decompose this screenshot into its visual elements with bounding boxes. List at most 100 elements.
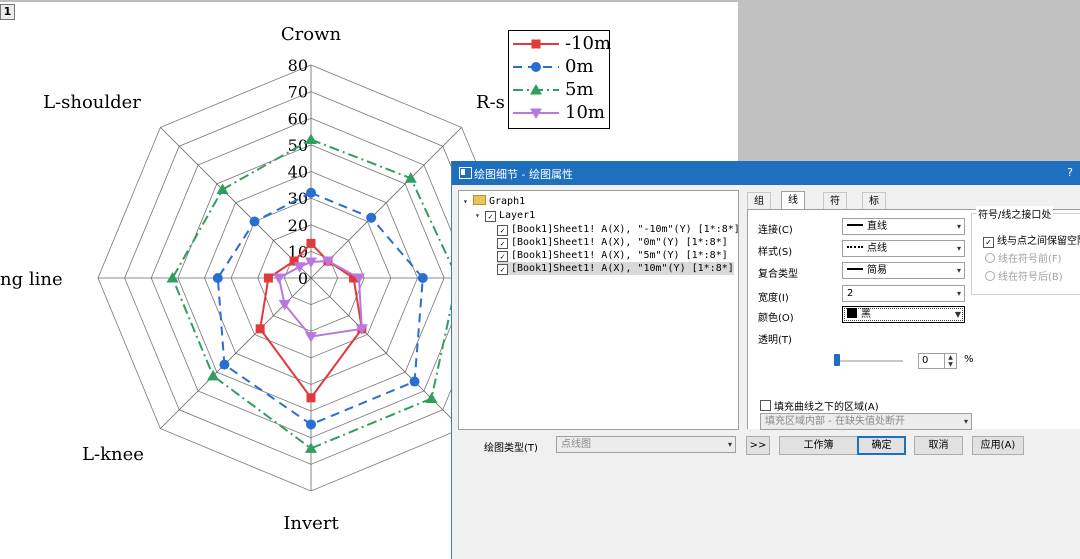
legend-swatch [513,62,559,72]
chevron-down-icon: ▾ [956,222,961,231]
plot-type-label: 绘图类型(T) [484,443,538,454]
transparency-slider-thumb[interactable] [834,354,840,366]
plot-details-dialog: 绘图细节 - 绘图属性 ? ▾ Graph1 ▾ ✓ Layer1 ✓ [Book1]S… [451,161,1080,559]
width-select[interactable]: 2 ▾ [842,285,965,302]
symbol-line-interface-group: ✓ 线与点之间保留空隙 线在符号前(F) 线在符号后(B) [971,213,1080,295]
fill-mode-value: 填充区域内部 - 在缺失值处断开 [765,416,905,427]
color-select[interactable]: 黑 ▼ [842,306,965,323]
chevron-down-icon: ▾ [727,440,732,449]
checkbox-box[interactable] [760,400,771,411]
legend-entry[interactable]: 10m [509,102,609,124]
tab-label[interactable]: 标签 [862,192,886,224]
axis-label: L-knee [82,444,144,465]
axis-label: R-s [476,92,505,113]
line-after-symbol-radio[interactable]: 线在符号后(B) [985,268,1063,283]
data-point-5m [166,272,179,283]
chevron-down-icon: ▾ [956,266,961,275]
chart-legend[interactable]: -10m 0m 5m 10m [508,30,612,129]
ok-button[interactable]: 确定 [857,436,906,455]
spin-down-icon[interactable]: ▼ [944,361,956,368]
tree-plot-label: [Book1]Sheet1! A(X), "-10m"(Y) [1*:8*] [511,224,740,235]
folder-icon [473,195,486,205]
help-button[interactable]: ? [1067,166,1073,179]
tree-plot-item[interactable]: ✓ [Book1]Sheet1! A(X), "0m"(Y) [1*:8*] [497,236,728,249]
compound-type-select[interactable]: 简易 ▾ [842,262,965,279]
chevron-down-icon: ▾ [956,289,961,298]
plot-checkbox[interactable]: ✓ [497,264,508,275]
legend-entry[interactable]: 0m [509,56,609,78]
data-point-0m [306,187,316,198]
series-line-10m [277,260,363,338]
legend-label: 0m [565,56,594,77]
tab-symbol[interactable]: 符号 [823,192,847,224]
legend-entry[interactable]: 5m [509,79,609,101]
page-tab[interactable]: 1 [0,4,15,20]
data-point-0m [212,273,223,283]
axis-spoke [310,127,462,279]
data-point-0m [219,359,230,370]
tree-plot-item-selected[interactable]: ✓ [Book1]Sheet1! A(X), "10m"(Y) [1*:8*] [497,262,734,275]
plot-type-value: 点线图 [561,439,591,450]
radial-tick-label: 60 [288,109,308,128]
plot-type-select[interactable]: 点线图 ▾ [556,436,736,453]
dotted-line-icon [847,246,863,248]
tree-graph-label: Graph1 [489,196,526,207]
radial-tick-label: 20 [288,216,308,235]
tree-plot-item[interactable]: ✓ [Book1]Sheet1! A(X), "-10m"(Y) [1*:8*] [497,223,740,236]
tab-group[interactable]: 组 [747,192,771,210]
radio-icon[interactable] [985,271,995,281]
chevron-down-icon: ▼ [954,310,961,319]
data-point-10m [273,273,286,284]
plot-checkbox[interactable]: ✓ [497,238,508,249]
tree-plot-item[interactable]: ✓ [Book1]Sheet1! A(X), "5m"(Y) [1*:8*] [497,249,728,262]
fill-under-curve-label: 填充曲线之下的区域(A) [774,402,879,413]
legend-label: 5m [565,79,594,100]
apply-button[interactable]: 应用(A) [972,436,1024,455]
plot-tree[interactable]: ▾ Graph1 ▾ ✓ Layer1 ✓ [Book1]Sheet1! A(X), "… [458,190,740,430]
tab-line[interactable]: 线条 [781,191,805,223]
solid-line-icon [847,224,863,226]
collapse-icon[interactable]: ▾ [475,209,483,222]
legend-label: -10m [565,33,612,54]
transparency-slider-track[interactable] [838,360,903,362]
fill-mode-select[interactable]: 填充区域内部 - 在缺失值处断开 ▾ [760,413,972,430]
style-value: 点线 [867,243,887,254]
tree-node-layer[interactable]: ▾ ✓ Layer1 [475,209,535,222]
axis-label: Invert [283,513,339,534]
dialog-titlebar[interactable]: 绘图细节 - 绘图属性 ? [452,161,1080,185]
legend-swatch [513,108,559,119]
radial-tick-label: 70 [288,83,308,102]
workbook-button[interactable]: 工作簿 [779,436,858,455]
keep-gap-checkbox[interactable]: ✓ 线与点之间保留空隙 [983,232,1080,248]
width-label: 宽度(I) [758,293,789,304]
transparency-spinbox[interactable]: 0 ▲ ▼ [918,353,957,369]
cancel-button[interactable]: 取消 [914,436,963,455]
collapse-icon[interactable]: ▾ [463,195,471,208]
fill-under-curve-checkbox[interactable]: 填充曲线之下的区域(A) [760,398,879,413]
legend-label: 10m [565,102,605,123]
color-label: 颜色(O) [758,313,794,324]
line-before-symbol-radio[interactable]: 线在符号前(F) [985,250,1062,265]
expand-button[interactable]: >> [746,436,770,455]
dialog-title: 绘图细节 - 绘图属性 [474,168,573,181]
group-title: 符号/线之接口处 [976,206,1054,221]
layer-checkbox[interactable]: ✓ [485,211,496,222]
radio-icon[interactable] [985,253,995,263]
tree-plot-label: [Book1]Sheet1! A(X), "5m"(Y) [1*:8*] [511,250,728,261]
transparency-label: 透明(T) [758,335,792,346]
style-select[interactable]: 点线 ▾ [842,240,965,257]
legend-entry[interactable]: -10m [509,33,612,55]
compound-value: 简易 [867,265,887,276]
data-point--10m [306,238,316,248]
axis-label: L-shoulder [43,92,141,113]
data-point-0m [366,212,377,223]
connect-select[interactable]: 直线 ▾ [842,218,965,235]
spin-up-icon[interactable]: ▲ [944,354,956,361]
legend-swatch [513,39,559,49]
legend-swatch [513,84,559,95]
plot-checkbox[interactable]: ✓ [497,251,508,262]
checkbox-box[interactable]: ✓ [983,237,994,248]
legend-marker [531,39,541,49]
tree-node-graph[interactable]: ▾ Graph1 [463,195,525,208]
plot-checkbox[interactable]: ✓ [497,225,508,236]
